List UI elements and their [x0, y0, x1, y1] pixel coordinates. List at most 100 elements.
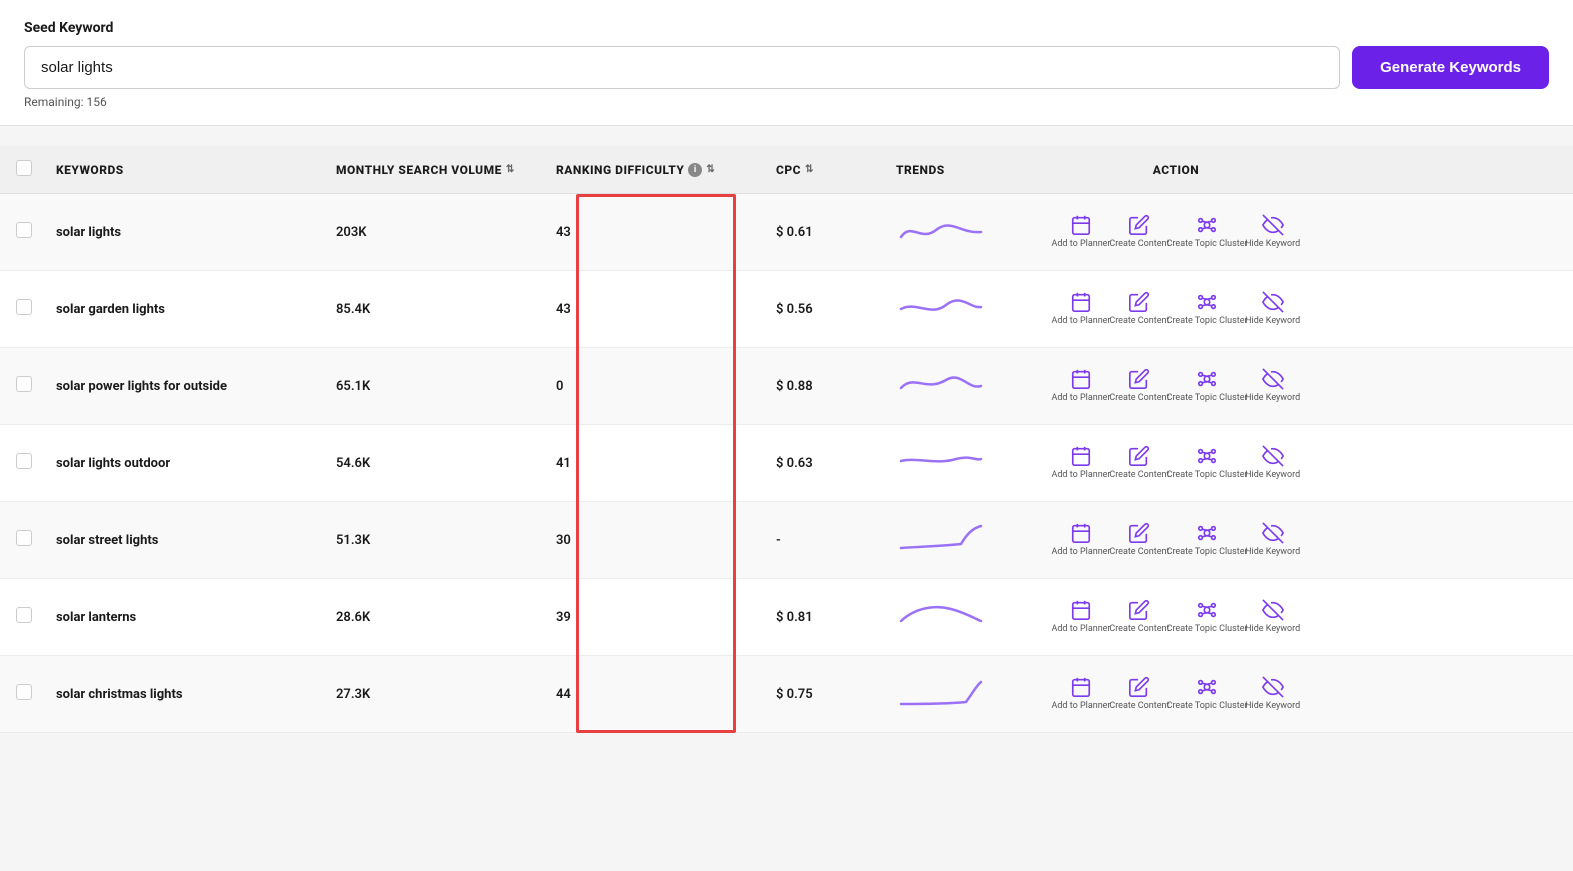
msv-2: 85.4K [336, 302, 556, 317]
table-row: solar street lights 51.3K 30 - Add to Pl… [0, 502, 1573, 579]
row-checkbox-3[interactable] [16, 376, 32, 392]
trend-2 [896, 289, 1056, 329]
add-to-planner-3[interactable]: Add to Planner [1056, 368, 1106, 404]
keyword-5: solar street lights [56, 533, 336, 548]
create-topic-cluster-2[interactable]: Create Topic Cluster [1173, 291, 1242, 327]
action-cell-2: Add to Planner Create Content Create Top… [1056, 291, 1296, 327]
col-header-trends: TRENDS [896, 163, 1056, 177]
add-to-planner-1[interactable]: Add to Planner [1056, 214, 1106, 250]
keyword-2: solar garden lights [56, 302, 336, 317]
rd-2: 43 [556, 302, 776, 317]
create-content-3[interactable]: Create Content [1114, 368, 1165, 404]
table-row: solar christmas lights 27.3K 44 $ 0.75 A… [0, 656, 1573, 733]
row-checkbox-1[interactable] [16, 222, 32, 238]
hide-keyword-7[interactable]: Hide Keyword [1249, 676, 1296, 712]
trend-4 [896, 443, 1056, 483]
create-content-4[interactable]: Create Content [1114, 445, 1165, 481]
keyword-6: solar lanterns [56, 610, 336, 625]
hide-keyword-1[interactable]: Hide Keyword [1249, 214, 1296, 250]
add-to-planner-7[interactable]: Add to Planner [1056, 676, 1106, 712]
create-content-2[interactable]: Create Content [1114, 291, 1165, 327]
msv-3: 65.1K [336, 379, 556, 394]
rd-sort-icon[interactable]: ⇅ [706, 164, 715, 175]
create-content-6[interactable]: Create Content [1114, 599, 1165, 635]
rd-5: 30 [556, 533, 776, 548]
add-to-planner-6[interactable]: Add to Planner [1056, 599, 1106, 635]
header-checkbox[interactable] [16, 160, 32, 176]
seed-keyword-label: Seed Keyword [24, 20, 1549, 36]
hide-keyword-4[interactable]: Hide Keyword [1249, 445, 1296, 481]
col-header-msv: MONTHLY SEARCH VOLUME ⇅ [336, 163, 556, 177]
cpc-7: $ 0.75 [776, 687, 896, 702]
cpc-5: - [776, 533, 896, 548]
trend-5 [896, 520, 1056, 560]
row-checkbox-6[interactable] [16, 607, 32, 623]
create-content-1[interactable]: Create Content [1114, 214, 1165, 250]
hide-keyword-5[interactable]: Hide Keyword [1249, 522, 1296, 558]
row-checkbox-7[interactable] [16, 684, 32, 700]
col-header-keywords: KEYWORDS [56, 163, 336, 177]
row-checkbox-2[interactable] [16, 299, 32, 315]
create-topic-cluster-6[interactable]: Create Topic Cluster [1173, 599, 1242, 635]
row-checkbox-5[interactable] [16, 530, 32, 546]
cpc-2: $ 0.56 [776, 302, 896, 317]
keyword-7: solar christmas lights [56, 687, 336, 702]
hide-keyword-6[interactable]: Hide Keyword [1249, 599, 1296, 635]
cpc-1: $ 0.61 [776, 225, 896, 240]
add-to-planner-2[interactable]: Add to Planner [1056, 291, 1106, 327]
col-header-cpc: CPC ⇅ [776, 163, 896, 177]
table-row: solar power lights for outside 65.1K 0 $… [0, 348, 1573, 425]
action-cell-3: Add to Planner Create Content Create Top… [1056, 368, 1296, 404]
msv-6: 28.6K [336, 610, 556, 625]
keyword-3: solar power lights for outside [56, 379, 336, 394]
action-cell-4: Add to Planner Create Content Create Top… [1056, 445, 1296, 481]
add-to-planner-4[interactable]: Add to Planner [1056, 445, 1106, 481]
rd-3: 0 [556, 379, 776, 394]
table-row: solar lights 203K 43 $ 0.61 Add to Plann… [0, 194, 1573, 271]
cpc-3: $ 0.88 [776, 379, 896, 394]
create-topic-cluster-4[interactable]: Create Topic Cluster [1173, 445, 1242, 481]
hide-keyword-3[interactable]: Hide Keyword [1249, 368, 1296, 404]
rd-6: 39 [556, 610, 776, 625]
msv-1: 203K [336, 225, 556, 240]
create-topic-cluster-3[interactable]: Create Topic Cluster [1173, 368, 1242, 404]
generate-keywords-button[interactable]: Generate Keywords [1352, 46, 1549, 89]
create-topic-cluster-5[interactable]: Create Topic Cluster [1173, 522, 1242, 558]
col-header-action: ACTION [1056, 163, 1296, 177]
action-cell-6: Add to Planner Create Content Create Top… [1056, 599, 1296, 635]
create-content-5[interactable]: Create Content [1114, 522, 1165, 558]
add-to-planner-5[interactable]: Add to Planner [1056, 522, 1106, 558]
create-topic-cluster-1[interactable]: Create Topic Cluster [1173, 214, 1242, 250]
table-row: solar garden lights 85.4K 43 $ 0.56 Add … [0, 271, 1573, 348]
keyword-1: solar lights [56, 225, 336, 240]
msv-5: 51.3K [336, 533, 556, 548]
rd-4: 41 [556, 456, 776, 471]
action-cell-5: Add to Planner Create Content Create Top… [1056, 522, 1296, 558]
rd-7: 44 [556, 687, 776, 702]
trend-3 [896, 366, 1056, 406]
hide-keyword-2[interactable]: Hide Keyword [1249, 291, 1296, 327]
msv-4: 54.6K [336, 456, 556, 471]
action-cell-7: Add to Planner Create Content Create Top… [1056, 676, 1296, 712]
remaining-label: Remaining: 156 [24, 95, 1549, 109]
rd-1: 43 [556, 225, 776, 240]
create-topic-cluster-7[interactable]: Create Topic Cluster [1173, 676, 1242, 712]
table-row: solar lanterns 28.6K 39 $ 0.81 Add to Pl… [0, 579, 1573, 656]
trend-6 [896, 597, 1056, 637]
cpc-sort-icon[interactable]: ⇅ [805, 164, 814, 175]
seed-keyword-input[interactable] [24, 46, 1340, 89]
create-content-7[interactable]: Create Content [1114, 676, 1165, 712]
cpc-6: $ 0.81 [776, 610, 896, 625]
cpc-4: $ 0.63 [776, 456, 896, 471]
msv-sort-icon[interactable]: ⇅ [506, 164, 515, 175]
keyword-4: solar lights outdoor [56, 456, 336, 471]
table-header: KEYWORDS MONTHLY SEARCH VOLUME ⇅ RANKING… [0, 146, 1573, 194]
msv-7: 27.3K [336, 687, 556, 702]
col-header-rd: RANKING DIFFICULTY i ⇅ [556, 163, 776, 177]
table-row: solar lights outdoor 54.6K 41 $ 0.63 Add… [0, 425, 1573, 502]
trend-7 [896, 674, 1056, 714]
trend-1 [896, 212, 1056, 252]
row-checkbox-4[interactable] [16, 453, 32, 469]
rd-info-icon[interactable]: i [688, 163, 702, 177]
action-cell-1: Add to Planner Create Content Create Top… [1056, 214, 1296, 250]
